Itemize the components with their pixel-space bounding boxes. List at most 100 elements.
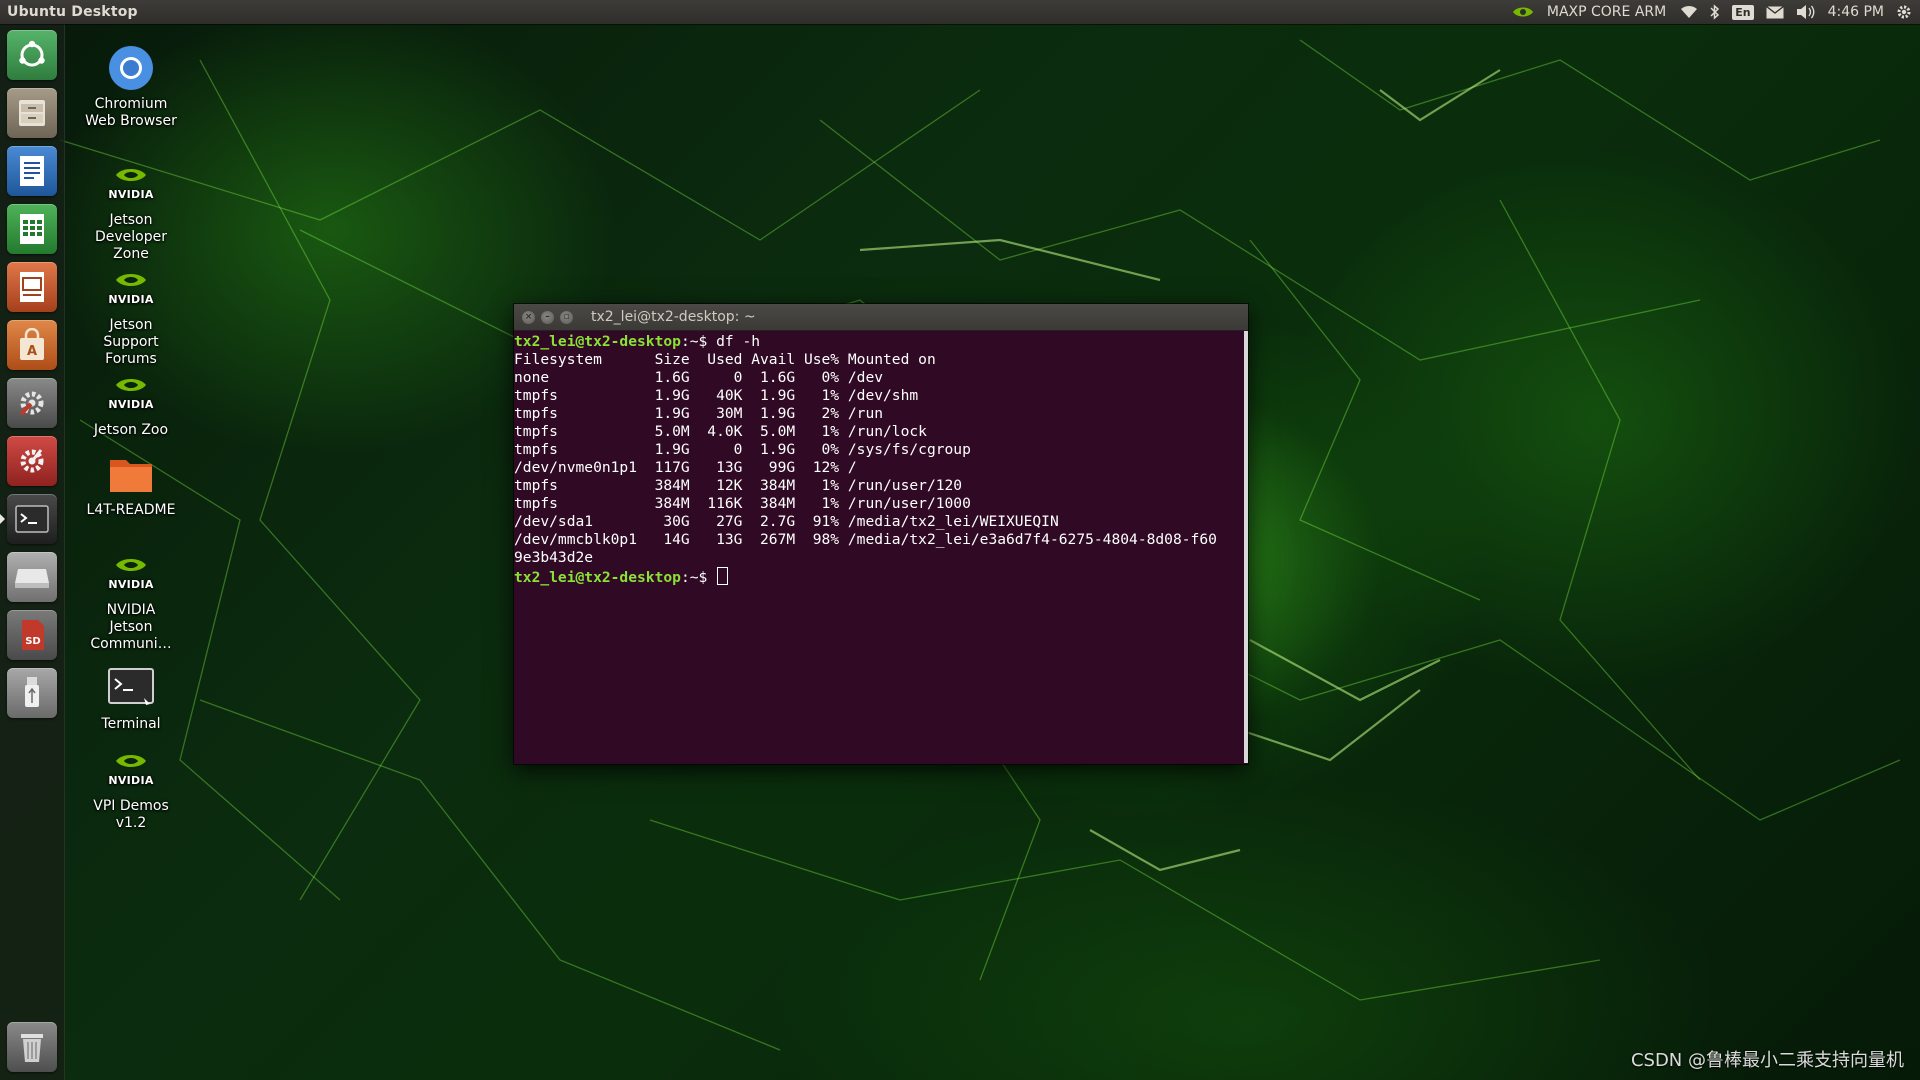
prompt-suffix: :~$ bbox=[680, 569, 717, 586]
terminal-output-line: none 1.6G 0 1.6G 0% /dev bbox=[514, 369, 884, 386]
launcher: A SD bbox=[0, 24, 65, 1080]
desktop-icon-label: VPI Demos v1.2 bbox=[93, 798, 169, 831]
desktop-icon-l4t-readme[interactable]: L4T-README bbox=[84, 450, 178, 519]
clock[interactable]: 4:46 PM bbox=[1828, 4, 1884, 20]
volume-icon[interactable] bbox=[1796, 4, 1816, 20]
launcher-libreoffice-calc[interactable] bbox=[7, 204, 57, 254]
wrench-gear-icon bbox=[15, 386, 49, 420]
terminal-output-line: Filesystem Size Used Avail Use% Mounted … bbox=[514, 351, 936, 368]
terminal-prompt: tx2_lei@tx2-desktop bbox=[514, 333, 681, 350]
svg-text:A: A bbox=[27, 344, 37, 359]
nvidia-wordmark: NVIDIA bbox=[108, 293, 154, 306]
settings-gear-icon[interactable] bbox=[1896, 4, 1912, 20]
desktop-icon-label: NVIDIA Jetson Communi… bbox=[90, 602, 172, 652]
terminal-body[interactable]: tx2_lei@tx2-desktop:~$ df -h Filesystem … bbox=[514, 331, 1248, 765]
wifi-icon[interactable] bbox=[1680, 5, 1698, 19]
system-tray: MAXP CORE ARM En 4:46 PM bbox=[1511, 0, 1920, 24]
terminal-input-line[interactable]: tx2_lei@tx2-desktop:~$ bbox=[514, 567, 1248, 586]
bluetooth-icon[interactable] bbox=[1710, 4, 1720, 20]
terminal-output-line: tmpfs 5.0M 4.0K 5.0M 1% /run/lock bbox=[514, 423, 927, 440]
active-app-title: Ubuntu Desktop bbox=[7, 4, 138, 20]
folder-icon bbox=[107, 450, 155, 498]
terminal-titlebar[interactable]: × – ▫ tx2_lei@tx2-desktop: ~ bbox=[514, 304, 1248, 331]
launcher-libreoffice-impress[interactable] bbox=[7, 262, 57, 312]
minimize-icon[interactable]: – bbox=[541, 310, 554, 324]
terminal-window[interactable]: × – ▫ tx2_lei@tx2-desktop: ~ tx2_lei@tx2… bbox=[514, 304, 1248, 764]
desktop-icon-jetson-developer-zone[interactable]: NVIDIA Jetson Developer Zone bbox=[84, 160, 178, 263]
terminal-command-line: tx2_lei@tx2-desktop:~$ df -h bbox=[514, 333, 1248, 351]
nvidia-power-icon[interactable] bbox=[1511, 4, 1535, 20]
updater-gear-icon bbox=[15, 444, 49, 478]
launcher-trash[interactable] bbox=[7, 1022, 57, 1072]
desktop-icon-nvidia-jetson-community[interactable]: NVIDIA NVIDIA Jetson Communi… bbox=[84, 550, 178, 653]
desktop-icon-vpi-demos[interactable]: NVIDIA VPI Demos v1.2 bbox=[84, 746, 178, 832]
nvidia-wordmark: NVIDIA bbox=[108, 774, 154, 787]
close-icon[interactable]: × bbox=[522, 310, 535, 324]
top-panel: Ubuntu Desktop MAXP CORE ARM En 4:46 PM bbox=[0, 0, 1920, 24]
chromium-icon bbox=[107, 44, 155, 92]
terminal-output-line: tmpfs 1.9G 40K 1.9G 1% /dev/shm bbox=[514, 387, 919, 404]
terminal-output-line: /dev/sda1 30G 27G 2.7G 91% /media/tx2_le… bbox=[514, 513, 1059, 530]
ubuntu-logo-icon bbox=[16, 39, 48, 71]
launcher-active-indicator bbox=[0, 514, 5, 524]
launcher-sd-card[interactable]: SD bbox=[7, 610, 57, 660]
shopping-bag-icon: A bbox=[16, 328, 48, 362]
terminal-output-line: /dev/nvme0n1p1 117G 13G 99G 12% / bbox=[514, 459, 857, 476]
nvidia-logo-icon: NVIDIA bbox=[107, 746, 155, 794]
terminal-scrollbar[interactable] bbox=[1244, 331, 1248, 763]
launcher-disks[interactable] bbox=[7, 552, 57, 602]
desktop-icon-label: Jetson Support Forums bbox=[103, 317, 159, 367]
terminal-output-line: tmpfs 1.9G 0 1.9G 0% /sys/fs/cgroup bbox=[514, 441, 971, 458]
impress-presentation-icon bbox=[17, 270, 47, 304]
launcher-software-updater[interactable] bbox=[7, 436, 57, 486]
nvidia-logo-icon: NVIDIA bbox=[107, 370, 155, 418]
launcher-terminal[interactable] bbox=[7, 494, 57, 544]
desktop-icon-jetson-zoo[interactable]: NVIDIA Jetson Zoo bbox=[84, 370, 178, 439]
terminal-output-line: tmpfs 384M 116K 384M 1% /run/user/1000 bbox=[514, 495, 971, 512]
terminal-prompt: tx2_lei@tx2-desktop bbox=[514, 569, 681, 586]
nvidia-power-mode[interactable]: MAXP CORE ARM bbox=[1547, 4, 1666, 20]
nvidia-logo-icon: NVIDIA bbox=[107, 265, 155, 313]
desktop-icon-label: Jetson Developer Zone bbox=[94, 212, 167, 262]
terminal-output-line: tmpfs 1.9G 30M 1.9G 2% /run bbox=[514, 405, 884, 422]
usb-icon bbox=[22, 675, 42, 711]
writer-document-icon bbox=[17, 154, 47, 188]
sd-card-icon: SD bbox=[18, 618, 46, 652]
nvidia-logo-icon: NVIDIA bbox=[107, 160, 155, 208]
maximize-icon[interactable]: ▫ bbox=[560, 310, 573, 324]
terminal-cursor bbox=[717, 567, 729, 585]
terminal-output-line: 9e3b43d2e bbox=[514, 549, 594, 566]
nvidia-wordmark: NVIDIA bbox=[108, 188, 154, 201]
desktop-icon-jetson-support-forums[interactable]: NVIDIA Jetson Support Forums bbox=[84, 265, 178, 368]
terminal-icon bbox=[107, 664, 155, 712]
trash-icon bbox=[18, 1030, 46, 1064]
launcher-usb-drive[interactable] bbox=[7, 668, 57, 718]
desktop-icon-chromium[interactable]: Chromium Web Browser bbox=[84, 44, 178, 130]
svg-text:SD: SD bbox=[25, 636, 41, 647]
desktop-icon-label: Terminal bbox=[101, 716, 161, 732]
terminal-output-line: /dev/mmcblk0p1 14G 13G 267M 98% /media/t… bbox=[514, 531, 1217, 548]
terminal-title: tx2_lei@tx2-desktop: ~ bbox=[591, 309, 756, 325]
nvidia-wordmark: NVIDIA bbox=[108, 398, 154, 411]
launcher-dash-home[interactable] bbox=[7, 30, 57, 80]
launcher-software-center[interactable]: A bbox=[7, 320, 57, 370]
terminal-command: df -h bbox=[716, 333, 761, 350]
calc-spreadsheet-icon bbox=[17, 212, 47, 246]
desktop-icon-label: L4T-README bbox=[86, 502, 176, 518]
terminal-icon bbox=[15, 505, 49, 533]
file-cabinet-icon bbox=[15, 96, 49, 130]
desktop-icon-terminal[interactable]: Terminal bbox=[84, 664, 178, 733]
keyboard-layout-indicator[interactable]: En bbox=[1732, 4, 1754, 20]
watermark: CSDN @鲁棒最小二乘支持向量机 bbox=[1630, 1050, 1904, 1071]
launcher-files[interactable] bbox=[7, 88, 57, 138]
launcher-system-settings[interactable] bbox=[7, 378, 57, 428]
nvidia-logo-icon: NVIDIA bbox=[107, 550, 155, 598]
prompt-suffix: :~$ bbox=[680, 333, 717, 350]
desktop-icon-label: Chromium Web Browser bbox=[85, 96, 177, 129]
desktop-icon-label: Jetson Zoo bbox=[93, 422, 169, 438]
mail-icon[interactable] bbox=[1765, 5, 1784, 19]
nvidia-wordmark: NVIDIA bbox=[108, 578, 154, 591]
launcher-libreoffice-writer[interactable] bbox=[7, 146, 57, 196]
terminal-output-line: tmpfs 384M 12K 384M 1% /run/user/120 bbox=[514, 477, 963, 494]
drive-icon bbox=[14, 565, 50, 589]
